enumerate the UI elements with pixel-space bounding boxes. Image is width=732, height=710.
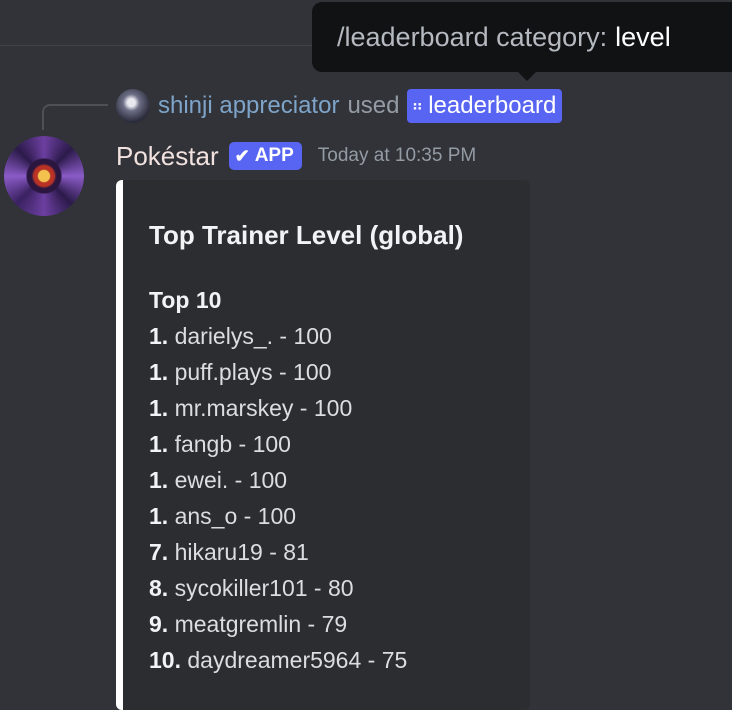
leaderboard-entry: 10. daydreamer5964 - 75: [149, 642, 530, 678]
app-badge: ✔ APP: [228, 142, 302, 170]
entry-text: mr.marskey - 100: [174, 395, 353, 421]
invoker-username[interactable]: shinji appreciator: [158, 92, 339, 120]
entry-text: ans_o - 100: [174, 503, 297, 529]
entry-rank: 1.: [149, 503, 169, 529]
entry-text: puff.plays - 100: [174, 359, 332, 385]
leaderboard-entry: 1. mr.marskey - 100: [149, 390, 530, 426]
entry-text: ewei. - 100: [174, 467, 288, 493]
reply-spine: [42, 104, 108, 130]
entry-text: sycokiller101 - 80: [174, 575, 354, 601]
embed-field-name: Top 10: [149, 287, 222, 313]
leaderboard-entry: 7. hikaru19 - 81: [149, 534, 530, 570]
entry-text: darielys_. - 100: [174, 323, 332, 349]
bot-avatar[interactable]: [4, 136, 84, 216]
app-command-icon: ⠶: [411, 98, 423, 115]
entry-rank: 1.: [149, 359, 169, 385]
command-mention[interactable]: ⠶ leaderboard: [407, 89, 563, 123]
leaderboard-list: 1. darielys_. - 100 1. puff.plays - 100 1.…: [149, 318, 530, 678]
leaderboard-entry: 1. fangb - 100: [149, 426, 530, 462]
entry-text: meatgremlin - 79: [174, 611, 348, 637]
leaderboard-embed: Top Trainer Level (global) Top 10 1. dar…: [116, 180, 530, 710]
leaderboard-entry: 1. puff.plays - 100: [149, 354, 530, 390]
leaderboard-entry: 1. ewei. - 100: [149, 462, 530, 498]
entry-rank: 9.: [149, 611, 169, 637]
command-name: leaderboard: [428, 92, 557, 119]
command-tooltip: /leaderboard category: level: [312, 2, 732, 72]
message-timestamp[interactable]: Today at 10:35 PM: [318, 145, 476, 167]
leaderboard-entry: 8. sycokiller101 - 80: [149, 570, 530, 606]
entry-rank: 1.: [149, 467, 169, 493]
entry-rank: 1.: [149, 395, 169, 421]
tooltip-value: level: [615, 21, 671, 52]
app-badge-label: APP: [254, 145, 294, 166]
entry-text: hikaru19 - 81: [174, 539, 309, 565]
used-label: used: [347, 92, 400, 119]
tooltip-arrow-icon: [518, 72, 536, 81]
tooltip-command: /leaderboard category:: [337, 21, 608, 52]
entry-rank: 1.: [149, 431, 169, 457]
entry-rank: 7.: [149, 539, 169, 565]
leaderboard-entry: 1. darielys_. - 100: [149, 318, 530, 354]
message-header: Pokéstar ✔ APP Today at 10:35 PM: [116, 139, 476, 173]
entry-rank: 1.: [149, 323, 169, 349]
bot-username[interactable]: Pokéstar: [116, 141, 219, 172]
entry-text: daydreamer5964 - 75: [187, 647, 408, 673]
entry-text: fangb - 100: [174, 431, 291, 457]
leaderboard-entry: 1. ans_o - 100: [149, 498, 530, 534]
invoker-avatar[interactable]: [116, 89, 150, 123]
leaderboard-entry: 9. meatgremlin - 79: [149, 606, 530, 642]
entry-rank: 8.: [149, 575, 169, 601]
command-reply-context[interactable]: shinji appreciator used ⠶ leaderboard: [116, 89, 563, 123]
chat-view: /leaderboard category: level shinji appr…: [0, 0, 732, 710]
embed-title: Top Trainer Level (global): [149, 220, 464, 250]
checkmark-icon: ✔: [234, 145, 250, 166]
entry-rank: 10.: [149, 647, 181, 673]
